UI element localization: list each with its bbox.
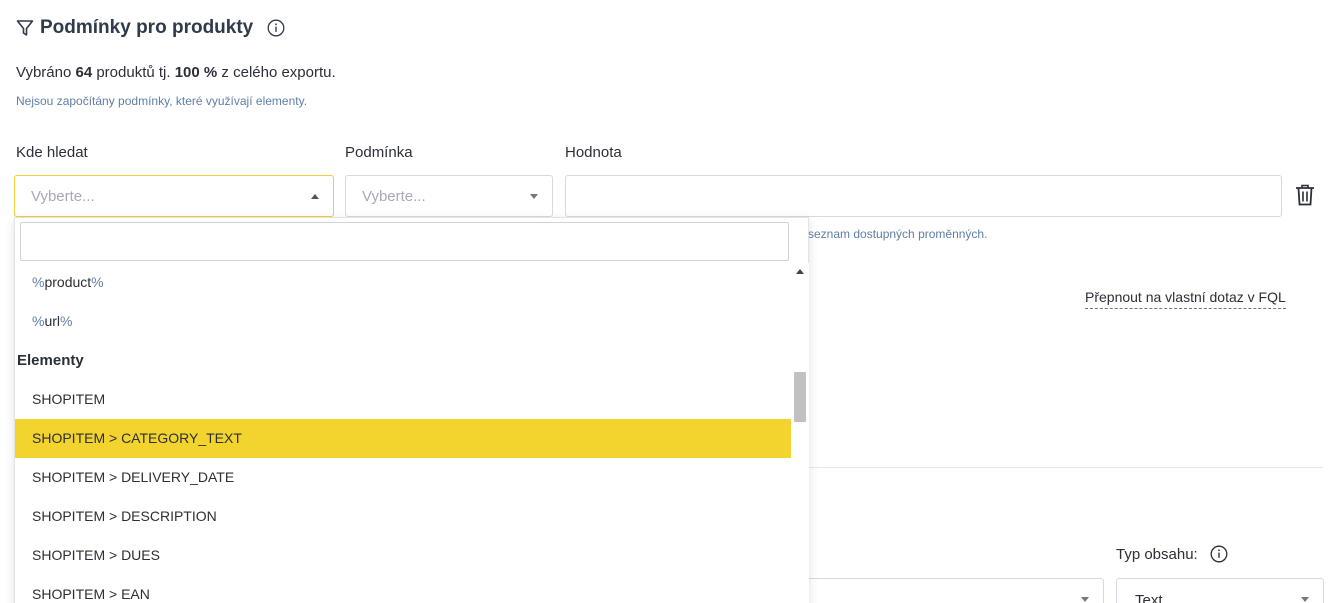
- summary-prefix: Vybráno: [16, 64, 76, 81]
- chevron-down-icon: [1301, 597, 1309, 602]
- content-type-label-text: Typ obsahu:: [1116, 545, 1198, 563]
- dropdown-search-input[interactable]: [20, 222, 789, 261]
- var-suffix: %: [91, 274, 104, 290]
- option-shopitem-delivery-date[interactable]: SHOPITEM > DELIVERY_DATE: [15, 458, 791, 497]
- condition-label: Podmínka: [345, 144, 413, 161]
- value-hint: seznam dostupných proměnných.: [808, 227, 988, 241]
- var-suffix: %: [60, 313, 73, 329]
- var-prefix: %: [32, 313, 45, 329]
- info-icon[interactable]: [267, 19, 285, 37]
- content-type-select[interactable]: Text: [1116, 578, 1324, 603]
- selection-summary: Vybráno 64 produktů tj. 100 % z celého e…: [16, 64, 336, 81]
- section-title: Podmínky pro produkty: [16, 17, 285, 39]
- where-select-placeholder: Vyberte...: [31, 187, 95, 205]
- value-input[interactable]: [565, 175, 1282, 217]
- option-product[interactable]: %product%: [15, 263, 791, 302]
- var-prefix: %: [32, 274, 45, 290]
- divider: [808, 467, 1323, 468]
- dropdown-scrollbar[interactable]: [792, 263, 809, 603]
- value-label: Hodnota: [565, 144, 622, 161]
- option-group-elementy: Elementy: [17, 352, 84, 369]
- option-url[interactable]: %url%: [15, 302, 791, 341]
- condition-select-placeholder: Vyberte...: [362, 187, 426, 205]
- where-select[interactable]: Vyberte...: [14, 175, 334, 217]
- option-shopitem-description[interactable]: SHOPITEM > DESCRIPTION: [15, 497, 791, 536]
- var-name: url: [44, 313, 61, 329]
- content-type-label: Typ obsahu:: [1116, 545, 1228, 563]
- chevron-down-icon: [530, 194, 538, 199]
- summary-mid: produktů tj.: [92, 64, 175, 81]
- bottom-select[interactable]: [800, 578, 1104, 603]
- summary-suffix: z celého exportu.: [217, 64, 336, 81]
- elements-note: Nejsou započítány podmínky, které využív…: [16, 94, 308, 108]
- where-label: Kde hledat: [16, 144, 88, 161]
- option-shopitem-category-text[interactable]: SHOPITEM > CATEGORY_TEXT: [15, 419, 791, 458]
- section-title-text: Podmínky pro produkty: [40, 17, 254, 38]
- where-dropdown: %product% %url% Elementy SHOPITEM SHOPIT…: [14, 217, 809, 603]
- chevron-down-icon: [1081, 597, 1089, 602]
- info-icon[interactable]: [1210, 545, 1228, 563]
- option-shopitem-dues[interactable]: SHOPITEM > DUES: [15, 536, 791, 575]
- content-type-value: Text: [1135, 592, 1163, 603]
- var-name: product: [44, 274, 92, 290]
- dropdown-options: %product% %url% Elementy SHOPITEM SHOPIT…: [15, 263, 791, 603]
- filter-icon: [16, 20, 34, 36]
- trash-icon[interactable]: [1294, 183, 1316, 207]
- fql-switch-link[interactable]: Přepnout na vlastní dotaz v FQL: [1085, 289, 1286, 309]
- option-shopitem-ean[interactable]: SHOPITEM > EAN: [15, 575, 791, 603]
- summary-count: 64: [75, 64, 93, 81]
- chevron-up-icon: [311, 194, 319, 199]
- summary-percent: 100 %: [174, 64, 218, 81]
- scroll-up-icon[interactable]: [796, 269, 804, 274]
- scrollbar-thumb[interactable]: [794, 372, 806, 422]
- condition-select[interactable]: Vyberte...: [345, 175, 553, 217]
- option-shopitem[interactable]: SHOPITEM: [15, 380, 791, 419]
